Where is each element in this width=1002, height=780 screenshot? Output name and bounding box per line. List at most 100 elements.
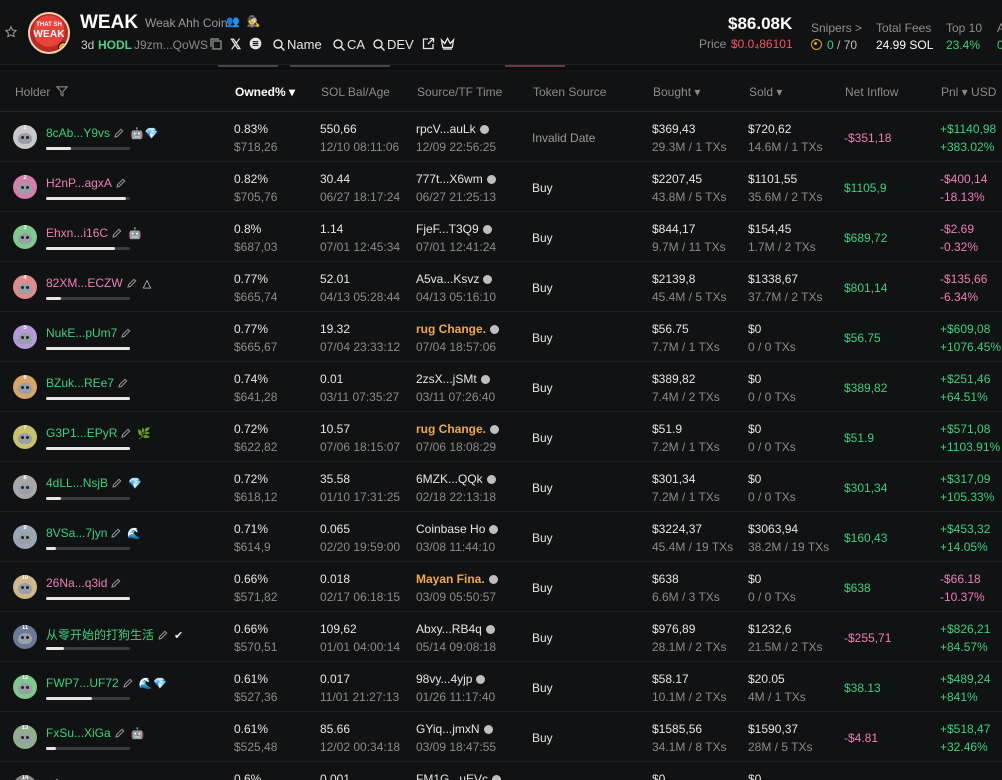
holder-address[interactable]: BZuk...REe7 (46, 376, 114, 390)
holder-name[interactable]: 82XM...ECZW △ (46, 276, 152, 290)
holder-address[interactable]: H2nP...agxA (46, 176, 112, 190)
table-row[interactable]: 11 从零开始的打狗生活 ✔ 0.66% $570,51 109,62 01/01… (0, 612, 1002, 662)
edit-icon[interactable] (111, 578, 121, 588)
funding-source-label[interactable]: Coinbase Ho (416, 522, 485, 536)
holder-address[interactable]: 82XM...ECZW (46, 276, 123, 290)
holder-name[interactable]: 4dLL...NsjB 💎 (46, 476, 143, 490)
holder-name[interactable]: FxSu...XiGa 🤖 (46, 726, 145, 740)
funding-source[interactable]: 777t...X6wm (416, 172, 496, 186)
funding-source-label[interactable]: FM1G...uEVc (416, 772, 488, 780)
snipers-label[interactable]: Snipers > (811, 21, 862, 35)
funding-source-label[interactable]: rpcV...auLk (416, 122, 476, 136)
funding-source[interactable]: rpcV...auLk (416, 122, 489, 136)
funding-source[interactable]: Abxy...RB4q (416, 622, 495, 636)
pnl-column-header[interactable]: Pnl ▾ USD (941, 85, 996, 99)
edit-icon[interactable] (158, 630, 168, 640)
edit-icon[interactable] (118, 378, 128, 388)
edit-icon[interactable] (111, 528, 121, 538)
funding-source[interactable]: 98vy...4yjp (416, 672, 486, 686)
holder-name[interactable]: 8VSa...7jyn 🌊 (46, 526, 142, 540)
holder-address[interactable]: 8VSa...7jyn (46, 526, 107, 540)
holder-name[interactable]: 26Na...q3id (46, 576, 127, 590)
funding-source[interactable]: 2zsX...jSMt (416, 372, 490, 386)
holder-address[interactable]: FxSu...XiGa (46, 726, 111, 740)
funding-source[interactable]: GYiq...jmxN (416, 722, 493, 736)
funding-source[interactable]: Coinbase Ho (416, 522, 499, 536)
table-row[interactable]: 10 26Na...q3id 0.66% $571,82 0.018 02/17… (0, 562, 1002, 612)
table-row[interactable]: 7 G3P1...EPyR 🌿 0.72% $622,82 10.57 07/06… (0, 412, 1002, 462)
funding-source[interactable]: 6MZK...QQk (416, 472, 496, 486)
holder-name[interactable]: H2nP...agxA (46, 176, 132, 190)
holder-name[interactable]: Ehxn...i16C 🤖 (46, 226, 143, 240)
funding-source-label[interactable]: rug Change. (416, 322, 486, 336)
funding-source[interactable]: Mayan Fina. (416, 572, 498, 586)
holder-name[interactable]: BZuk...REe7 (46, 376, 134, 390)
holder-name[interactable]: FWP7...UF72 🌊💎 (46, 676, 168, 690)
search-name-link[interactable]: Name (273, 37, 322, 52)
bought-column-header[interactable]: Bought ▾ (653, 85, 700, 99)
source-column-header[interactable]: Source/TF Time (417, 85, 502, 99)
edit-icon[interactable] (121, 328, 131, 338)
table-row[interactable]: 13 FxSu...XiGa 🤖 0.61% $525,48 85.66 12/0… (0, 712, 1002, 762)
edit-icon[interactable] (123, 678, 133, 688)
holder-address[interactable]: 8cAb...Y9vs (46, 126, 110, 140)
edit-icon[interactable] (114, 128, 124, 138)
table-row[interactable]: 12 FWP7...UF72 🌊💎 0.61% $527,36 0.017 11/… (0, 662, 1002, 712)
funding-source-label[interactable]: Mayan Fina. (416, 572, 485, 586)
table-row[interactable]: 3 Ehxn...i16C 🤖 0.8% $687,03 1.14 07/01 1… (0, 212, 1002, 262)
search-ca-link[interactable]: CA (333, 37, 365, 52)
sol-bal-column-header[interactable]: SOL Bal/Age (321, 85, 390, 99)
funding-source-label[interactable]: GYiq...jmxN (416, 722, 480, 736)
holder-name[interactable]: NukE...pUm7 (46, 326, 137, 340)
edit-icon[interactable] (116, 178, 126, 188)
funding-source-label[interactable]: 98vy...4yjp (416, 672, 472, 686)
table-row[interactable]: 9 8VSa...7jyn 🌊 0.71% $614,9 0.065 02/20 … (0, 512, 1002, 562)
funding-source-label[interactable]: FjeF...T3Q9 (416, 222, 479, 236)
holder-address[interactable]: 4dLL...NsjB (46, 476, 108, 490)
search-dev-link[interactable]: DEV (373, 37, 414, 52)
holder-address[interactable]: FWP7...UF72 (46, 676, 119, 690)
funding-source-label[interactable]: rug Change. (416, 422, 486, 436)
sold-column-header[interactable]: Sold ▾ (749, 85, 782, 99)
funding-source-label[interactable]: A5va...Ksvz (416, 272, 479, 286)
holder-name[interactable]: 从零开始的打狗生活 ✔ (46, 626, 184, 643)
edit-icon[interactable] (127, 278, 137, 288)
crown-icon[interactable] (440, 37, 455, 50)
funding-source-label[interactable]: 6MZK...QQk (416, 472, 483, 486)
table-row[interactable]: 6 BZuk...REe7 0.74% $641,28 0.01 03/11 0… (0, 362, 1002, 412)
token-source-column-header[interactable]: Token Source (533, 85, 606, 99)
table-row[interactable]: 4 82XM...ECZW △ 0.77% $665,74 52.01 04/13… (0, 262, 1002, 312)
holder-name[interactable]: G3P1...EPyR 🌿 (46, 426, 152, 440)
edit-icon[interactable] (112, 478, 122, 488)
table-row[interactable]: 14 0.6% 0.001 FM1G...uEVc $0 $0 (0, 762, 1002, 780)
holder-name[interactable]: 8cAb...Y9vs 🤖💎 (46, 126, 159, 140)
holder-name[interactable] (46, 776, 66, 780)
contract-address[interactable]: J9zm...QoWS (134, 38, 208, 52)
external-link-icon[interactable] (422, 37, 435, 50)
table-row[interactable]: 8 4dLL...NsjB 💎 0.72% $618,12 35.58 01/10… (0, 462, 1002, 512)
funding-source[interactable]: FjeF...T3Q9 (416, 222, 492, 236)
funding-source[interactable]: A5va...Ksvz (416, 272, 493, 286)
funding-source[interactable]: rug Change. (416, 322, 500, 336)
funding-source-label[interactable]: 2zsX...jSMt (416, 372, 477, 386)
star-icon[interactable] (4, 25, 18, 39)
funding-source[interactable]: rug Change. (416, 422, 500, 436)
funding-source-label[interactable]: Abxy...RB4q (416, 622, 482, 636)
edit-icon[interactable] (112, 228, 122, 238)
table-row[interactable]: 1 8cAb...Y9vs 🤖💎 0.83% $718,26 550,66 12/… (0, 112, 1002, 162)
funding-source[interactable]: FM1G...uEVc (416, 772, 502, 780)
holder-address[interactable]: NukE...pUm7 (46, 326, 117, 340)
edit-icon[interactable] (115, 728, 125, 738)
holder-address[interactable]: G3P1...EPyR (46, 426, 117, 440)
funding-source-label[interactable]: 777t...X6wm (416, 172, 483, 186)
table-row[interactable]: 2 H2nP...agxA 0.82% $705,76 30.44 06/27 … (0, 162, 1002, 212)
website-icon[interactable] (249, 37, 262, 50)
owned-column-header[interactable]: Owned% ▾ (235, 85, 295, 99)
filter-icon[interactable] (55, 86, 69, 97)
copy-icon[interactable] (210, 38, 222, 50)
edit-icon[interactable] (121, 428, 131, 438)
net-inflow-column-header[interactable]: Net Inflow (845, 85, 898, 99)
table-row[interactable]: 5 NukE...pUm7 0.77% $665,67 19.32 07/04 … (0, 312, 1002, 362)
holder-column-header[interactable]: Holder (15, 85, 69, 99)
x-twitter-icon[interactable]: 𝕏 (230, 36, 241, 53)
